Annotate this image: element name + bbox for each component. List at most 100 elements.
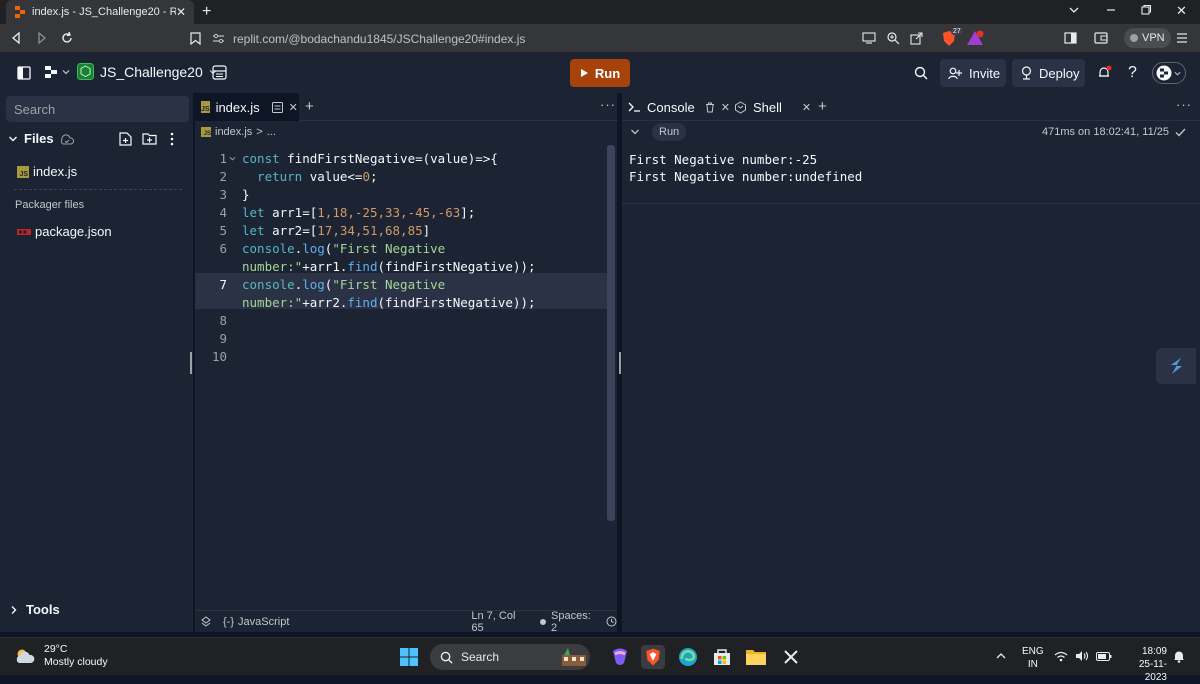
invite-button[interactable]: Invite: [940, 59, 1006, 87]
files-section-header[interactable]: Files: [8, 131, 74, 146]
cursor-position[interactable]: Ln 7, Col 65: [471, 610, 528, 634]
clock-date: 25-11-2023: [1138, 659, 1167, 683]
tab-console[interactable]: Console ✕: [628, 93, 730, 121]
more-options-icon[interactable]: [170, 132, 174, 146]
ai-assistant-button[interactable]: [1156, 348, 1196, 384]
new-folder-icon[interactable]: [142, 132, 157, 145]
close-tab-icon[interactable]: ✕: [802, 101, 811, 114]
tools-label: Tools: [26, 602, 60, 617]
url-field[interactable]: replit.com/@bodachandu1845/JSChallenge20…: [212, 27, 850, 50]
reload-icon[interactable]: [60, 31, 74, 45]
indentation-setting[interactable]: Spaces: 2: [551, 610, 598, 634]
checkmark-icon: [1175, 128, 1186, 137]
sidebar-toggle-icon[interactable]: [1064, 32, 1077, 44]
help-button[interactable]: ?: [1128, 64, 1137, 82]
replit-menu-button[interactable]: [44, 65, 70, 79]
editor-tab-index-js[interactable]: JS index.js ✕: [195, 93, 299, 121]
run-button[interactable]: Run: [570, 59, 630, 87]
minimize-icon[interactable]: [1105, 4, 1117, 16]
wifi-icon: [1054, 651, 1068, 662]
line-number: 8: [219, 313, 227, 328]
taskbar-search[interactable]: Search: [430, 644, 590, 670]
zoom-icon[interactable]: [886, 31, 900, 45]
editor-status-bar: {-} JavaScript Ln 7, Col 65 Spaces: 2: [195, 610, 617, 634]
tab-search-chevron-icon[interactable]: [1068, 4, 1080, 16]
pane-options-icon[interactable]: ···: [600, 97, 616, 112]
windows-start-icon[interactable]: [397, 645, 421, 669]
preview-markdown-icon[interactable]: [271, 101, 283, 113]
file-item-index-js[interactable]: JS index.js: [17, 164, 77, 179]
console-pane: Console ✕ Shell ✕ + ··· Run 471ms on 18:…: [622, 93, 1200, 632]
close-tab-icon[interactable]: ✕: [289, 101, 298, 114]
history-icon[interactable]: [606, 616, 617, 627]
add-tab-icon[interactable]: +: [305, 98, 314, 115]
browser-menu-icon[interactable]: [1176, 32, 1188, 44]
weather-widget[interactable]: 29°C Mostly cloudy: [14, 643, 108, 669]
language-selector[interactable]: {-} JavaScript: [223, 616, 289, 628]
deploy-button[interactable]: Deploy: [1012, 59, 1085, 87]
code-line-6b: number:"+arr1.find(findFirstNegative));: [242, 259, 536, 274]
notification-bell-icon[interactable]: [1173, 650, 1185, 663]
toggle-sidebar-icon[interactable]: [17, 66, 31, 80]
workspace-layout-icon[interactable]: [212, 65, 227, 80]
file-explorer-icon[interactable]: [744, 645, 768, 669]
breadcrumb-more[interactable]: ...: [267, 126, 276, 138]
close-window-icon[interactable]: ✕: [1176, 3, 1187, 19]
file-search-input[interactable]: Search: [6, 96, 189, 122]
editor-scrollbar[interactable]: [607, 145, 615, 521]
copilot-icon[interactable]: [608, 645, 632, 669]
browser-tab[interactable]: index.js - JS_Challenge20 - Replit ✕: [6, 0, 194, 24]
chevron-down-icon: [8, 134, 18, 144]
clock[interactable]: 18:09 25-11-2023: [1117, 645, 1167, 684]
editor-tab-label: index.js: [215, 99, 260, 115]
sidebar-resize-handle[interactable]: [190, 352, 192, 374]
back-icon[interactable]: [10, 32, 22, 44]
clear-console-icon[interactable]: [705, 102, 715, 113]
new-file-icon[interactable]: [119, 132, 132, 146]
run-info-bar: Run 471ms on 18:02:41, 11/25: [622, 121, 1200, 143]
pane-options-icon[interactable]: ···: [1176, 97, 1192, 112]
code-area[interactable]: 1 2 3 4 5 6 7 8 9 10 const findFirstNega…: [195, 143, 617, 613]
ai-assist-icon[interactable]: [201, 615, 211, 628]
line-number: 2: [219, 169, 227, 184]
chevron-down-icon[interactable]: [630, 127, 640, 137]
console-output-line: First Negative number:undefined: [629, 169, 863, 184]
run-chip[interactable]: Run: [652, 123, 687, 141]
search-icon[interactable]: [914, 66, 928, 80]
close-tab-icon[interactable]: ✕: [721, 101, 730, 114]
bookmark-icon[interactable]: [190, 32, 201, 45]
language-bottom: IN: [1027, 659, 1038, 670]
x-app-icon[interactable]: [779, 645, 803, 669]
system-tray-chevron-icon[interactable]: [996, 652, 1006, 659]
quick-settings[interactable]: [1054, 650, 1112, 662]
new-tab-icon[interactable]: +: [202, 3, 211, 21]
chevron-down-icon: [62, 68, 70, 76]
microsoft-store-icon[interactable]: [710, 645, 734, 669]
brave-browser-icon[interactable]: [641, 645, 665, 669]
add-tab-icon[interactable]: +: [818, 98, 827, 115]
cast-icon[interactable]: [862, 32, 876, 44]
language-indicator[interactable]: ENG IN: [1022, 645, 1044, 671]
site-info-icon[interactable]: [212, 33, 225, 44]
notifications-icon[interactable]: [1097, 65, 1112, 80]
editor-resize-handle[interactable]: [619, 352, 621, 374]
repl-name-button[interactable]: JS_Challenge20: [77, 63, 217, 80]
taskbar-search-label: Search: [461, 650, 500, 664]
restore-icon[interactable]: [1140, 4, 1152, 16]
file-item-package-json[interactable]: package.json: [17, 224, 112, 239]
account-menu-button[interactable]: [1152, 62, 1186, 84]
close-tab-icon[interactable]: ✕: [176, 5, 186, 19]
breadcrumb-file[interactable]: index.js: [215, 126, 252, 138]
shell-icon: [734, 100, 747, 114]
weather-description: Mostly cloudy: [44, 656, 108, 668]
share-icon[interactable]: [910, 31, 924, 45]
forward-icon[interactable]: [36, 32, 48, 44]
edge-browser-icon[interactable]: [676, 645, 700, 669]
brave-rewards-icon[interactable]: [966, 30, 984, 46]
line-number: 9: [219, 331, 227, 346]
tab-shell[interactable]: Shell ✕: [734, 93, 811, 121]
vpn-button[interactable]: VPN: [1124, 28, 1171, 48]
tools-section-header[interactable]: Tools: [10, 602, 60, 617]
fold-chevron-icon[interactable]: [229, 155, 236, 162]
wallet-icon[interactable]: [1094, 32, 1108, 44]
